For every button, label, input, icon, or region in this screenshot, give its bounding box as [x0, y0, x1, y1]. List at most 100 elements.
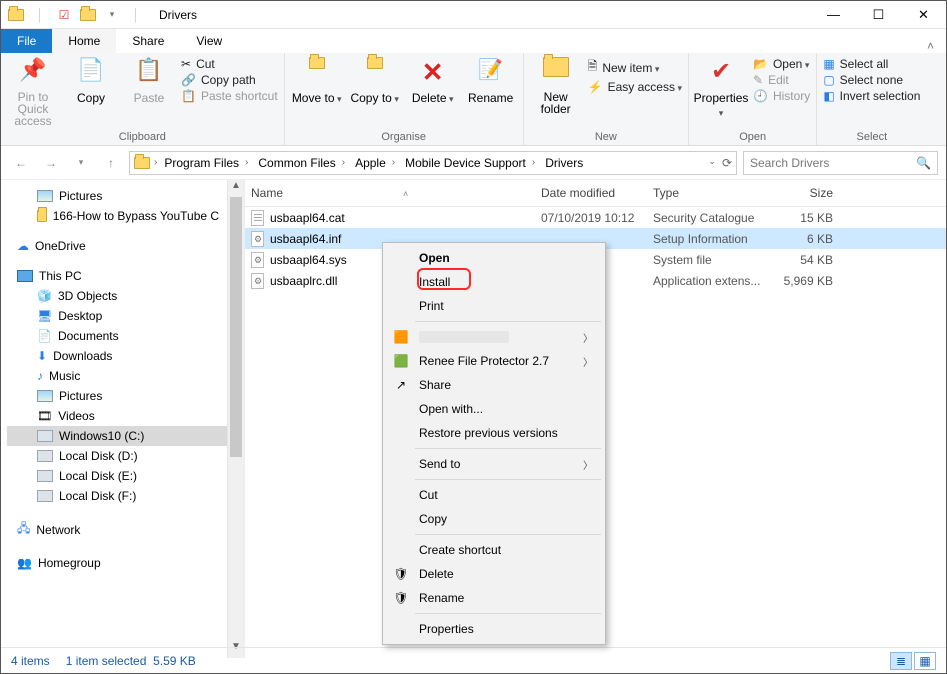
- ctx-rename[interactable]: 🛡Rename: [385, 586, 603, 610]
- new-item-button[interactable]: 🗎New item: [588, 57, 682, 78]
- close-button[interactable]: ✕: [901, 1, 946, 29]
- forward-button[interactable]: →: [39, 151, 63, 175]
- nav-drive-e[interactable]: Local Disk (E:): [7, 466, 244, 486]
- rename-button[interactable]: 📝 Rename: [465, 55, 517, 105]
- col-date[interactable]: Date modified: [541, 186, 653, 200]
- ctx-create-shortcut[interactable]: Create shortcut: [385, 538, 603, 562]
- nav-drive-c[interactable]: Windows10 (C:): [7, 426, 244, 446]
- properties-button[interactable]: ✔ Properties: [695, 55, 747, 119]
- crumb-4[interactable]: Drivers: [542, 156, 586, 170]
- ctx-restore[interactable]: Restore previous versions: [385, 421, 603, 445]
- nav-homegroup[interactable]: 👥Homegroup: [7, 553, 244, 573]
- ribbon-group-organise: Move to Copy to ✕ Delete 📝 Rename Organi…: [285, 53, 524, 145]
- delete-button[interactable]: ✕ Delete: [407, 55, 459, 105]
- nav-music[interactable]: ♪Music: [7, 366, 244, 386]
- paste-button[interactable]: 📋 Paste: [123, 55, 175, 105]
- col-name[interactable]: Name˄: [251, 186, 541, 200]
- search-input[interactable]: Search Drivers 🔍: [743, 151, 938, 175]
- copy-label: Copy: [77, 91, 105, 105]
- newfolder-label: New folder: [530, 91, 582, 115]
- nav-3dobjects[interactable]: 🧊3D Objects: [7, 286, 244, 306]
- crumb-2[interactable]: Apple›: [352, 156, 400, 170]
- nav-documents[interactable]: 📄Documents: [7, 326, 244, 346]
- address-bar[interactable]: › Program Files› Common Files› Apple› Mo…: [129, 151, 737, 175]
- ctx-open-with[interactable]: Open with...: [385, 397, 603, 421]
- pasteshort-label: Paste shortcut: [201, 89, 278, 103]
- nav-onedrive[interactable]: ☁OneDrive: [7, 236, 244, 256]
- edit-button[interactable]: ✎Edit: [753, 73, 810, 87]
- paste-shortcut-button[interactable]: 📋Paste shortcut: [181, 89, 278, 103]
- refresh-button[interactable]: ⟳: [722, 156, 732, 170]
- disk-icon: [37, 470, 53, 482]
- open-button[interactable]: 📂Open: [753, 57, 810, 71]
- tab-home[interactable]: Home: [52, 29, 116, 53]
- nav-downloads[interactable]: ⬇Downloads: [7, 346, 244, 366]
- move-to-button[interactable]: Move to: [291, 55, 343, 105]
- pin-label: Pin to Quick access: [7, 91, 59, 127]
- copy-path-button[interactable]: 🔗Copy path: [181, 73, 278, 87]
- nav-this-pc[interactable]: This PC: [7, 266, 244, 286]
- cut-button[interactable]: ✂Cut: [181, 57, 278, 71]
- ctx-delete[interactable]: 🛡Delete: [385, 562, 603, 586]
- ctx-share[interactable]: ↗Share: [385, 373, 603, 397]
- scroll-up-icon[interactable]: ▲: [228, 180, 244, 197]
- scroll-thumb[interactable]: [230, 197, 242, 457]
- recent-locations-button[interactable]: ▾: [69, 151, 93, 175]
- ctx-print[interactable]: Print: [385, 294, 603, 318]
- nav-network[interactable]: 🖧Network: [7, 516, 244, 543]
- ctx-label: Create shortcut: [419, 543, 501, 557]
- nav-desktop[interactable]: 🖥Desktop: [7, 306, 244, 326]
- nav-scrollbar[interactable]: ▲ ▼: [227, 180, 244, 658]
- ctx-cut[interactable]: Cut: [385, 483, 603, 507]
- view-large-icons-button[interactable]: ▦: [914, 652, 936, 670]
- nav-quick-pictures[interactable]: Pictures📍: [7, 186, 244, 206]
- open-label: Open: [773, 57, 809, 71]
- col-size[interactable]: Size: [773, 186, 853, 200]
- invert-selection-button[interactable]: ◧Invert selection: [823, 89, 920, 103]
- crumb-3[interactable]: Mobile Device Support›: [402, 156, 540, 170]
- ctx-blurred-app[interactable]: 🟧〉: [385, 325, 603, 349]
- folder-icon: 🧊: [37, 289, 52, 303]
- crumb-0[interactable]: Program Files›: [161, 156, 253, 170]
- tab-view[interactable]: View: [180, 29, 238, 53]
- copy-icon: 📄: [75, 57, 107, 89]
- tab-share[interactable]: Share: [116, 29, 180, 53]
- file-row[interactable]: usbaapl64.cat 07/10/2019 10:12 Security …: [245, 207, 946, 228]
- up-button[interactable]: ↑: [99, 151, 123, 175]
- crumb-1[interactable]: Common Files›: [255, 156, 350, 170]
- nav-quick-folder[interactable]: 166-How to Bypass YouTube C📍: [7, 206, 244, 226]
- address-dropdown-icon[interactable]: ⌄: [708, 156, 716, 170]
- select-none-button[interactable]: ▢Select none: [823, 73, 920, 87]
- qat-folder-icon[interactable]: [77, 4, 99, 26]
- properties-qat-icon[interactable]: ☑: [53, 4, 75, 26]
- pin-quick-access-button[interactable]: 📌 Pin to Quick access: [7, 55, 59, 127]
- tab-file[interactable]: File: [1, 29, 52, 53]
- collapse-ribbon-button[interactable]: ˄: [915, 39, 946, 53]
- nav-videos[interactable]: 🎞Videos: [7, 406, 244, 426]
- qat-dropdown-icon[interactable]: ▾: [101, 4, 123, 26]
- ctx-open[interactable]: Open: [385, 246, 603, 270]
- view-details-button[interactable]: ≣: [890, 652, 912, 670]
- ctx-properties[interactable]: Properties: [385, 617, 603, 641]
- nav-pictures[interactable]: Pictures: [7, 386, 244, 406]
- ctx-copy[interactable]: Copy: [385, 507, 603, 531]
- select-all-button[interactable]: ▦Select all: [823, 57, 920, 71]
- ctx-rfp[interactable]: 🟩Renee File Protector 2.7〉: [385, 349, 603, 373]
- copy-to-button[interactable]: Copy to: [349, 55, 401, 105]
- back-button[interactable]: ←: [9, 151, 33, 175]
- address-sep: ›: [152, 157, 159, 168]
- history-button[interactable]: 🕘History: [753, 89, 810, 103]
- easy-access-button[interactable]: ⚡Easy access: [588, 80, 682, 94]
- nav-drive-f[interactable]: Local Disk (F:): [7, 486, 244, 506]
- group-label-open: Open: [695, 129, 810, 145]
- history-icon: 🕘: [753, 89, 768, 103]
- ctx-send-to[interactable]: Send to〉: [385, 452, 603, 476]
- maximize-button[interactable]: ☐: [856, 1, 901, 29]
- col-type[interactable]: Type: [653, 186, 773, 200]
- minimize-button[interactable]: —: [811, 1, 856, 29]
- new-folder-button[interactable]: New folder: [530, 55, 582, 115]
- qat-separator: │: [29, 4, 51, 26]
- nav-drive-d[interactable]: Local Disk (D:): [7, 446, 244, 466]
- copy-button[interactable]: 📄 Copy: [65, 55, 117, 105]
- ctx-install[interactable]: Install: [385, 270, 603, 294]
